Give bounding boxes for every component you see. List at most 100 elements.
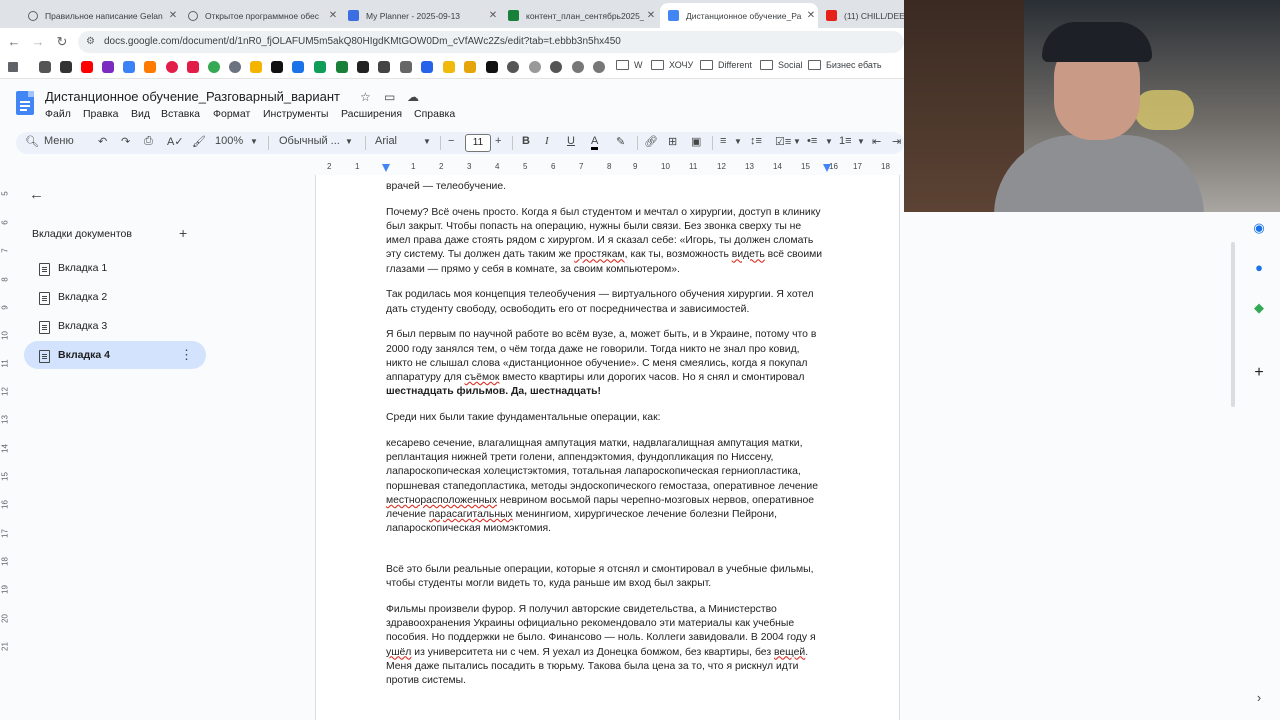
align-icon[interactable]: ≡ bbox=[720, 135, 726, 147]
bookmark-icon[interactable] bbox=[123, 61, 135, 73]
bookmark-folder[interactable]: Бизнес ебать bbox=[808, 60, 882, 70]
bookmark-icon[interactable] bbox=[229, 61, 241, 73]
back-arrow-icon[interactable]: ← bbox=[29, 186, 44, 203]
bookmark-icon[interactable] bbox=[443, 61, 455, 73]
browser-tab-active[interactable]: Дистанционное обучение_Ра ✕ bbox=[660, 3, 818, 28]
tasks-icon[interactable]: ◉ bbox=[1252, 220, 1266, 236]
paragraph[interactable]: Среди них были такие фундаментальные опе… bbox=[386, 411, 828, 425]
sidebar-item-tab-4[interactable]: Вкладка 4 ⋮ bbox=[24, 341, 206, 369]
bookmark-icon[interactable] bbox=[144, 61, 156, 73]
chevron-down-icon[interactable]: ▼ bbox=[825, 137, 833, 146]
bookmark-icon[interactable] bbox=[102, 61, 114, 73]
bookmark-icon[interactable] bbox=[271, 61, 283, 73]
cloud-status-icon[interactable]: ☁ bbox=[407, 90, 419, 104]
browser-tab[interactable]: Открытое программное обес ✕ bbox=[180, 3, 340, 28]
menu-search-label[interactable]: Меню bbox=[44, 135, 74, 147]
spelling-error-text[interactable]: ушёл bbox=[386, 647, 411, 658]
paragraph[interactable]: Так родилась моя концепция телеобучения … bbox=[386, 288, 828, 317]
paragraph[interactable]: Фильмы произвели фурор. Я получил авторс… bbox=[386, 603, 828, 689]
bookmark-icon[interactable] bbox=[292, 61, 304, 73]
text-color-icon[interactable]: A bbox=[591, 135, 599, 150]
decrease-indent-icon[interactable]: ⇤ bbox=[872, 135, 881, 148]
contacts-icon[interactable]: ● bbox=[1252, 260, 1266, 275]
close-tab-icon[interactable]: ✕ bbox=[166, 10, 180, 21]
decrease-font-size-icon[interactable]: − bbox=[448, 135, 454, 147]
menu-format[interactable]: Формат bbox=[213, 108, 250, 120]
checklist-icon[interactable]: ☑≡ bbox=[775, 135, 791, 148]
paragraph[interactable]: кесарево сечение, влагалищная ампутация … bbox=[386, 437, 828, 537]
bookmark-icon[interactable] bbox=[550, 61, 562, 73]
browser-tab[interactable]: (11) CHILL/DEEP H bbox=[818, 3, 904, 28]
bookmark-icon[interactable] bbox=[60, 61, 72, 73]
font-size-input[interactable]: 11 bbox=[465, 134, 491, 152]
youtube-bookmark-icon[interactable] bbox=[81, 61, 93, 73]
menu-insert[interactable]: Вставка bbox=[161, 108, 200, 120]
bookmark-icon[interactable] bbox=[166, 61, 178, 73]
apps-grid-icon[interactable] bbox=[8, 62, 18, 72]
spelling-error-text[interactable]: простякам bbox=[574, 249, 624, 260]
insert-image-icon[interactable]: ▣ bbox=[691, 135, 701, 148]
maps-icon[interactable]: ◆ bbox=[1252, 300, 1266, 316]
add-addon-icon[interactable]: + bbox=[1252, 364, 1266, 382]
horizontal-ruler[interactable]: 2 1 1 2 3 4 5 6 7 8 9 10 11 12 13 14 15 … bbox=[315, 162, 904, 174]
url-text[interactable]: docs.google.com/document/d/1nR0_fjOLAFUM… bbox=[104, 36, 621, 47]
add-tab-icon[interactable]: + bbox=[179, 225, 187, 241]
menu-help[interactable]: Справка bbox=[414, 108, 455, 120]
highlight-icon[interactable]: ✎ bbox=[616, 135, 625, 148]
document-title[interactable]: Дистанционное обучение_Разговарный_вариа… bbox=[45, 89, 340, 104]
move-folder-icon[interactable]: ▭ bbox=[384, 90, 395, 104]
menu-file[interactable]: Файл bbox=[45, 108, 71, 120]
chevron-down-icon[interactable]: ▼ bbox=[250, 137, 258, 146]
paragraph[interactable]: Почему? Всё очень просто. Когда я был ст… bbox=[386, 206, 828, 277]
chevron-down-icon[interactable]: ▼ bbox=[423, 137, 431, 146]
style-select[interactable]: Обычный ... bbox=[279, 135, 340, 147]
spelling-error-text[interactable]: съёмок bbox=[464, 372, 499, 383]
paragraph[interactable]: врачей — телеобучение. bbox=[386, 180, 828, 194]
bookmark-icon[interactable] bbox=[400, 61, 412, 73]
document-body[interactable]: врачей — телеобучение. Почему? Всё очень… bbox=[386, 180, 828, 700]
paragraph[interactable]: Всё это были реальные операции, которые … bbox=[386, 563, 828, 592]
search-menus-icon[interactable]: 🔍︎ bbox=[25, 135, 39, 148]
chevron-down-icon[interactable]: ▼ bbox=[734, 137, 742, 146]
more-options-icon[interactable]: ⋮ bbox=[180, 347, 193, 363]
menu-edit[interactable]: Правка bbox=[83, 108, 118, 120]
expand-panel-icon[interactable]: › bbox=[1252, 690, 1266, 705]
redo-icon[interactable]: ↷ bbox=[121, 135, 130, 148]
reload-icon[interactable]: ↻ bbox=[54, 34, 70, 50]
close-tab-icon[interactable]: ✕ bbox=[326, 10, 340, 21]
font-select[interactable]: Arial bbox=[375, 135, 397, 147]
bookmark-icon[interactable] bbox=[336, 61, 348, 73]
spelling-error-text[interactable]: видеть bbox=[732, 249, 765, 260]
close-tab-icon[interactable]: ✕ bbox=[804, 10, 818, 21]
bookmark-icon[interactable] bbox=[39, 61, 51, 73]
sidebar-item-tab-2[interactable]: Вкладка 2 bbox=[24, 283, 206, 311]
browser-tab[interactable]: My Planner - 2025-09-13 ✕ bbox=[340, 3, 500, 28]
bulleted-list-icon[interactable]: •≡ bbox=[807, 135, 817, 147]
close-tab-icon[interactable]: ✕ bbox=[486, 10, 500, 21]
bookmark-icon[interactable] bbox=[250, 61, 262, 73]
chevron-down-icon[interactable]: ▼ bbox=[857, 137, 865, 146]
bookmark-icon[interactable] bbox=[357, 61, 369, 73]
underline-icon[interactable]: U bbox=[567, 135, 575, 147]
bookmark-icon[interactable] bbox=[187, 61, 199, 73]
star-icon[interactable]: ☆ bbox=[360, 90, 371, 104]
bookmark-folder[interactable]: ХОЧУ bbox=[651, 60, 693, 70]
bookmark-icon[interactable] bbox=[486, 61, 498, 73]
document-page[interactable]: врачей — телеобучение. Почему? Всё очень… bbox=[315, 175, 900, 720]
bookmark-icon[interactable] bbox=[464, 61, 476, 73]
chevron-down-icon[interactable]: ▼ bbox=[793, 137, 801, 146]
bookmark-icon[interactable] bbox=[314, 61, 326, 73]
increase-font-size-icon[interactable]: + bbox=[495, 135, 501, 147]
paragraph[interactable]: Я был первым по научной работе во всём в… bbox=[386, 328, 828, 399]
bookmark-icon[interactable] bbox=[529, 61, 541, 73]
browser-tab[interactable]: Правильное написание Gelan ✕ bbox=[20, 3, 180, 28]
insert-link-icon[interactable]: 🔗︎ bbox=[644, 135, 658, 148]
browser-tab[interactable]: контент_план_сентябрь2025_( ✕ bbox=[500, 3, 658, 28]
spellcheck-icon[interactable]: A✓ bbox=[167, 135, 184, 148]
bookmark-folder[interactable]: Different bbox=[700, 60, 752, 70]
bookmark-icon[interactable] bbox=[421, 61, 433, 73]
numbered-list-icon[interactable]: 1≡ bbox=[839, 135, 852, 147]
bookmark-icon[interactable] bbox=[572, 61, 584, 73]
close-tab-icon[interactable]: ✕ bbox=[644, 10, 658, 21]
left-indent-marker[interactable] bbox=[382, 164, 390, 172]
